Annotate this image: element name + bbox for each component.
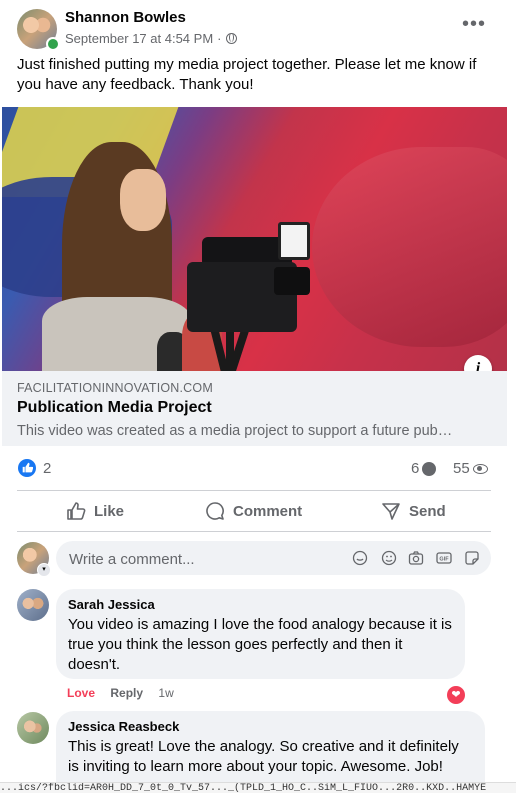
comment-icon: [206, 502, 224, 520]
camera-lens: [274, 267, 310, 295]
camera-icon[interactable]: [408, 550, 424, 566]
commenter-name[interactable]: Jessica Reasbeck: [68, 719, 473, 734]
balloon-fold: [312, 147, 507, 347]
love-reaction-link[interactable]: Love: [67, 686, 95, 700]
thumbs-up-icon: [67, 502, 86, 520]
commenter-avatar[interactable]: [17, 712, 49, 744]
globe-icon[interactable]: [225, 33, 237, 44]
comment-actions: Love Reply 1w: [67, 686, 186, 700]
comment-count[interactable]: 6: [411, 460, 437, 477]
eye-icon: [472, 463, 488, 474]
comment-composer[interactable]: GIF: [56, 541, 491, 577]
woman-face: [120, 169, 166, 231]
like-count[interactable]: 2: [43, 460, 51, 477]
divider: [17, 490, 491, 491]
view-count: 55: [453, 460, 488, 477]
comment-button[interactable]: Comment: [205, 493, 302, 529]
reply-link[interactable]: Reply: [110, 686, 143, 700]
comment-time[interactable]: 1w: [158, 686, 173, 700]
post-timestamp[interactable]: September 17 at 4:54 PM: [65, 31, 213, 46]
view-count-value: 55: [453, 460, 470, 477]
commenter-name[interactable]: Sarah Jessica: [68, 597, 453, 612]
heart-icon[interactable]: ❤: [445, 684, 467, 706]
link-description: This video was created as a media projec…: [17, 423, 453, 439]
post-media-image[interactable]: [2, 107, 507, 371]
commenter-avatar[interactable]: [17, 589, 49, 621]
like-button-label: Like: [94, 502, 125, 520]
emoji-icon[interactable]: [381, 550, 397, 566]
like-button[interactable]: Like: [66, 493, 124, 529]
comment-count-value: 6: [411, 460, 420, 477]
svg-text:GIF: GIF: [439, 557, 449, 563]
post-text: Just finished putting my media project t…: [17, 56, 477, 93]
status-bar-url: ...ics/?fbclid=AR0H_DD_7_0t_0_Tv_57..._(…: [0, 782, 516, 793]
online-status-dot: [46, 37, 60, 51]
comment-button-label: Comment: [233, 502, 303, 520]
sticker-icon[interactable]: [464, 550, 480, 566]
camera-light: [278, 222, 310, 260]
comment-text: This is great! Love the analogy. So crea…: [68, 738, 459, 775]
link-domain: FACILITATIONINNOVATION.COM: [17, 381, 213, 395]
avatar-sticker-icon[interactable]: [352, 550, 368, 566]
meta-separator: ·: [217, 31, 222, 46]
comment-bubble-icon: [422, 461, 437, 476]
post-card: Shannon Bowles September 17 at 4:54 PM ·…: [0, 0, 516, 793]
post-author-name[interactable]: Shannon Bowles: [65, 9, 186, 26]
divider: [17, 531, 491, 532]
send-button-label: Send: [409, 502, 446, 520]
comment-bubble: Jessica Reasbeck This is great! Love the…: [56, 711, 485, 793]
comment-input[interactable]: [67, 541, 341, 577]
post-meta: September 17 at 4:54 PM ·: [65, 31, 237, 46]
chevron-down-icon[interactable]: ▾: [37, 563, 51, 577]
gif-icon[interactable]: GIF: [436, 550, 452, 566]
link-title[interactable]: Publication Media Project: [17, 399, 212, 417]
send-button[interactable]: Send: [381, 493, 446, 529]
comment-bubble: Sarah Jessica You video is amazing I lov…: [56, 589, 465, 679]
like-reaction-icon[interactable]: [18, 459, 36, 477]
more-options-icon[interactable]: •••: [462, 14, 486, 34]
comment-text: You video is amazing I love the food ana…: [68, 616, 452, 673]
send-icon: [382, 503, 400, 520]
